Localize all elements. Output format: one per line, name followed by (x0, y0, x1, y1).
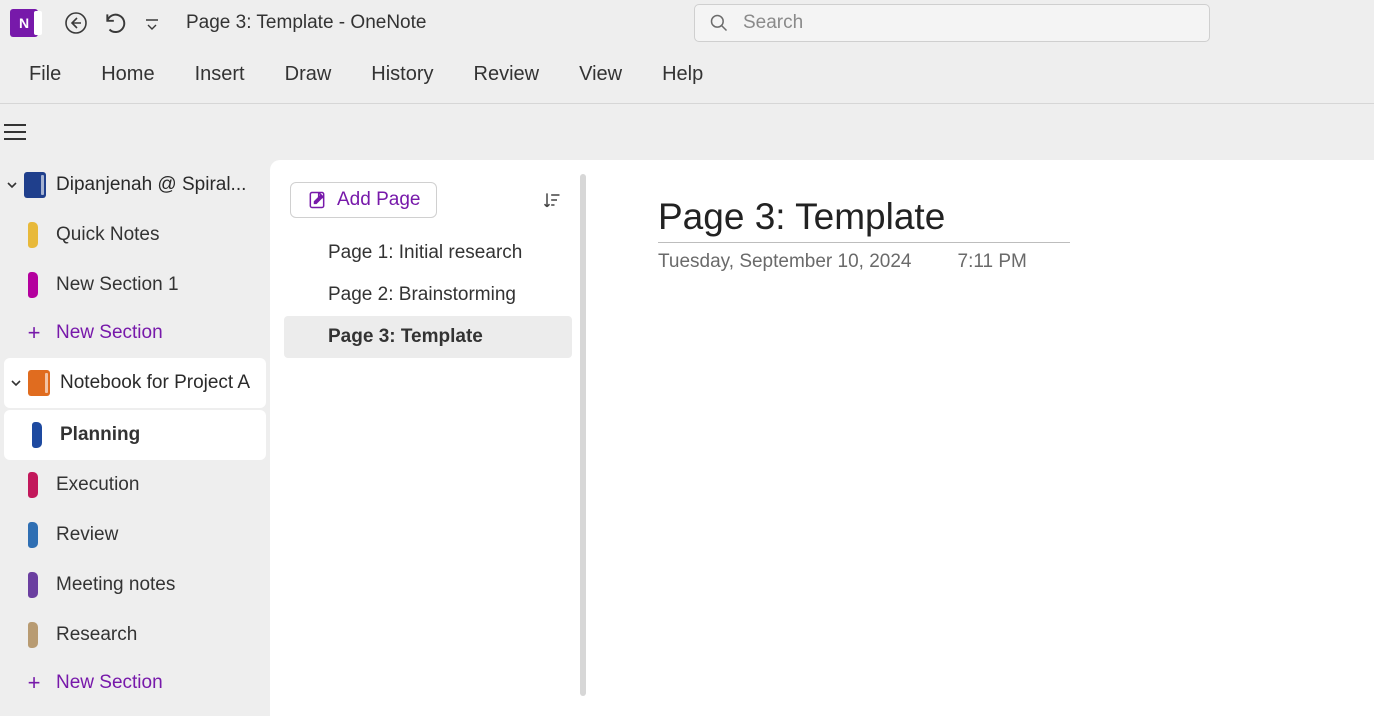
section-item[interactable]: New Section 1 (0, 260, 270, 310)
section-label: Execution (56, 474, 139, 496)
add-page-button[interactable]: Add Page (290, 182, 437, 218)
app-logo-letter: N (19, 15, 29, 31)
notebook-header[interactable]: Dipanjenah @ Spiral... (0, 160, 270, 210)
chevron-down-icon (8, 377, 24, 389)
section-color-tab (28, 272, 38, 298)
page-item-title: Page 2: Brainstorming (328, 284, 516, 306)
page-item[interactable]: Page 2: Brainstorming (284, 274, 572, 316)
section-label: Quick Notes (56, 224, 159, 246)
ribbon-tabs: File Home Insert Draw History Review Vie… (0, 46, 1374, 104)
plus-icon: + (22, 672, 46, 694)
notebook-title: Notebook for Project A (60, 372, 262, 394)
section-label: Meeting notes (56, 574, 175, 596)
plus-icon: + (22, 322, 46, 344)
section-label: Planning (60, 424, 140, 446)
new-section-button[interactable]: + New Section (0, 660, 270, 706)
section-color-tab (32, 422, 42, 448)
ribbon-tab-file[interactable]: File (16, 63, 74, 86)
notebook-icon (28, 370, 50, 396)
page-item-title: Page 3: Template (328, 326, 483, 348)
section-label: Review (56, 524, 118, 546)
new-section-button[interactable]: + New Section (0, 310, 270, 356)
window-title: Page 3: Template - OneNote (186, 12, 426, 34)
section-color-tab (28, 522, 38, 548)
notebook-sidebar: Dipanjenah @ Spiral... Quick Notes New S… (0, 160, 270, 716)
section-color-tab (28, 472, 38, 498)
section-label: Research (56, 624, 137, 646)
new-section-label: New Section (56, 672, 163, 694)
page-item-title: Page 1: Initial research (328, 242, 522, 264)
page-list-header: Add Page (270, 182, 586, 232)
section-label: New Section 1 (56, 274, 179, 296)
section-color-tab (28, 622, 38, 648)
section-item[interactable]: Planning (4, 410, 266, 460)
ribbon-tab-draw[interactable]: Draw (272, 63, 345, 86)
ribbon-tab-help[interactable]: Help (649, 63, 716, 86)
section-color-tab (28, 222, 38, 248)
notebook-header[interactable]: Notebook for Project A (4, 358, 266, 408)
main-area: Dipanjenah @ Spiral... Quick Notes New S… (0, 160, 1374, 716)
section-item[interactable]: Execution (0, 460, 270, 510)
section-item[interactable]: Review (0, 510, 270, 560)
nav-toggle-button[interactable] (2, 117, 32, 147)
page-title[interactable]: Page 3: Template (658, 196, 1070, 243)
ribbon-tab-history[interactable]: History (358, 63, 446, 86)
note-canvas[interactable]: Page 3: Template Tuesday, September 10, … (586, 160, 1374, 716)
section-item[interactable]: Meeting notes (0, 560, 270, 610)
search-box[interactable] (694, 4, 1210, 42)
page-time: 7:11 PM (958, 251, 1027, 273)
page-timestamp: Tuesday, September 10, 2024 7:11 PM (658, 251, 1374, 273)
section-item[interactable]: Quick Notes (0, 210, 270, 260)
app-logo-icon: N (10, 9, 38, 37)
page-item[interactable]: Page 3: Template (284, 316, 572, 358)
page-date: Tuesday, September 10, 2024 (658, 251, 912, 273)
notebook-icon (24, 172, 46, 198)
add-page-icon (307, 190, 327, 210)
section-item[interactable]: Research (0, 610, 270, 660)
page-list-column: Add Page Page 1: Initial research Page 2… (270, 160, 586, 716)
search-input[interactable] (741, 11, 1195, 35)
ribbon-tab-home[interactable]: Home (88, 63, 167, 86)
title-bar: N Page 3: Template - OneNote (0, 0, 1374, 46)
customize-quick-access-button[interactable] (136, 3, 168, 43)
page-item[interactable]: Page 1: Initial research (284, 232, 572, 274)
add-page-label: Add Page (337, 189, 420, 211)
ribbon-tab-view[interactable]: View (566, 63, 635, 86)
sort-pages-button[interactable] (538, 186, 566, 214)
nav-toggle-row (0, 104, 1374, 160)
section-color-tab (28, 572, 38, 598)
search-wrap (426, 4, 1368, 42)
ribbon-tab-insert[interactable]: Insert (182, 63, 258, 86)
undo-button[interactable] (96, 3, 136, 43)
ribbon-tab-review[interactable]: Review (461, 63, 553, 86)
notebook-title: Dipanjenah @ Spiral... (56, 174, 266, 196)
back-button[interactable] (56, 3, 96, 43)
new-section-label: New Section (56, 322, 163, 344)
chevron-down-icon (4, 179, 20, 191)
search-icon (709, 13, 729, 33)
